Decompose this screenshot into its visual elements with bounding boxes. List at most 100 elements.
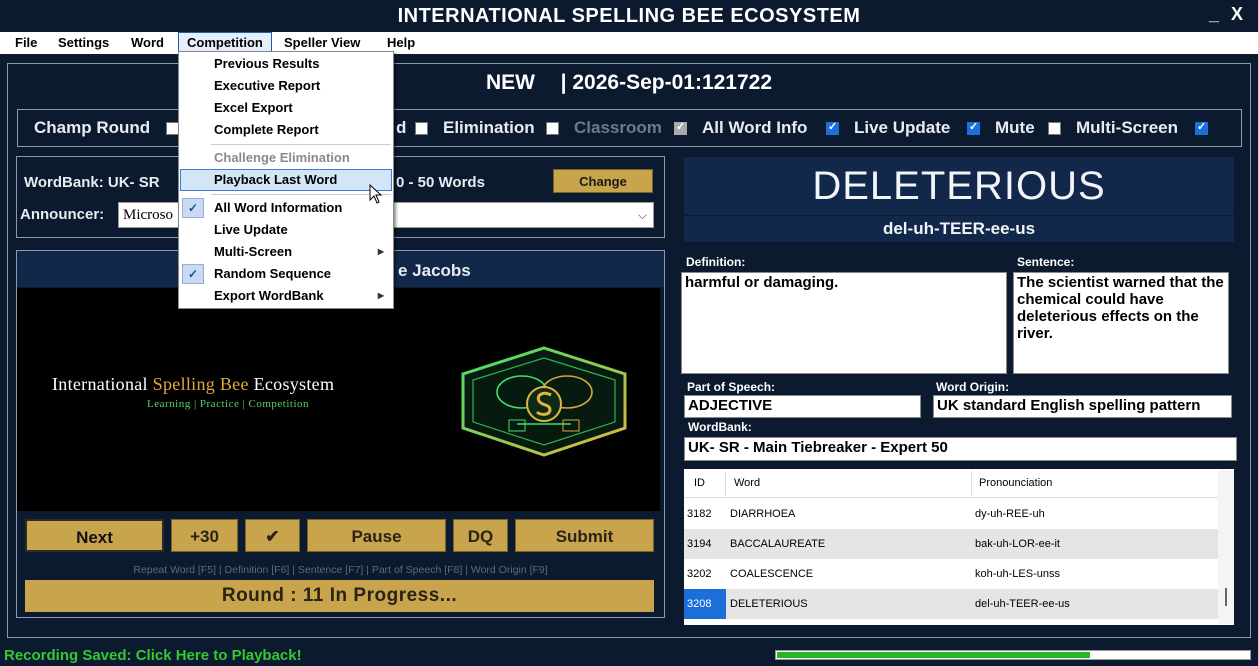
definition-field: harmful or damaging. (681, 272, 1007, 374)
table-row[interactable]: 3202 COALESCENCE koh-uh-LES-unss (684, 559, 1218, 589)
table-scrollbar[interactable] (1218, 470, 1234, 624)
menu-file[interactable]: File (7, 32, 45, 54)
chevron-down-icon: ⌵ (637, 208, 647, 222)
round-status: Round : 11 In Progress... (25, 580, 654, 612)
menu-item-excel-export[interactable]: Excel Export (180, 97, 392, 119)
column-header-pronunciation[interactable]: Pronounciation (979, 469, 1052, 498)
announcer-value: Microso (123, 207, 173, 223)
menu-item-previous-results[interactable]: Previous Results (180, 53, 392, 75)
option-classroom-label: Classroom (574, 118, 662, 137)
menu-item-label: Export WordBank (214, 288, 324, 303)
submit-button[interactable]: Submit (515, 519, 654, 552)
option-mute-label: Mute (995, 118, 1035, 137)
menu-separator (211, 194, 391, 195)
dq-button[interactable]: DQ (453, 519, 508, 552)
submenu-arrow-icon: ▶ (377, 291, 384, 300)
option-classroom-checkbox (674, 120, 687, 135)
row-id: 3208 (684, 589, 726, 619)
next-button[interactable]: Next (25, 519, 164, 552)
menu-item-all-word-information[interactable]: ✓ All Word Information (180, 197, 392, 219)
close-button[interactable]: X (1231, 4, 1243, 25)
definition-label: Definition: (686, 255, 746, 269)
wordbank-field: UK- SR - Main Tiebreaker - Expert 50 (684, 437, 1237, 461)
part-of-speech-field: ADJECTIVE (684, 395, 921, 418)
speller-name: e Jacobs (398, 261, 471, 280)
menu-word[interactable]: Word (123, 32, 172, 54)
option-multi-screen-checkbox[interactable] (1195, 120, 1208, 135)
menu-item-random-sequence[interactable]: ✓ Random Sequence (180, 263, 392, 285)
word-count-label: 0 - 50 Words (396, 174, 485, 191)
window-title: INTERNATIONAL SPELLING BEE ECOSYSTEM (397, 5, 861, 27)
option-mute-checkbox[interactable] (1048, 122, 1061, 135)
word-table[interactable]: ID Word Pronounciation 3182 DIARRHOEA dy… (684, 469, 1234, 625)
keyboard-shortcuts-hint: Repeat Word [F5] | Definition [F6] | Sen… (133, 564, 548, 576)
menu-item-label: Complete Report (214, 122, 319, 137)
row-pronunciation: bak-uh-LOR-ee-it (975, 538, 1060, 550)
pause-button[interactable]: Pause (307, 519, 446, 552)
row-word: DELETERIOUS (730, 598, 808, 610)
menu-item-label: Multi-Screen (214, 244, 293, 259)
word-origin-field: UK standard English spelling pattern (933, 395, 1232, 418)
banner-subtitle: Learning | Practice | Competition (147, 398, 310, 410)
row-id: 3194 (687, 538, 712, 550)
menu-item-label: Live Update (214, 222, 288, 237)
menu-item-challenge-elimination: Challenge Elimination (180, 147, 392, 169)
row-id: 3182 (687, 508, 712, 520)
sentence-label: Sentence: (1017, 255, 1075, 269)
menu-item-label: Executive Report (214, 78, 321, 93)
table-header: ID Word Pronounciation (684, 469, 1218, 498)
menu-item-label: Playback Last Word (214, 172, 338, 187)
wordbank-field-label: WordBank: (688, 420, 752, 434)
scrollbar-thumb[interactable] (1225, 588, 1227, 606)
option-live-update-checkbox[interactable] (967, 120, 980, 135)
row-word: BACCALAUREATE (730, 538, 826, 550)
title-bar: INTERNATIONAL SPELLING BEE ECOSYSTEM _ X (0, 0, 1258, 32)
option-all-word-info-label: All Word Info (702, 118, 808, 137)
menu-separator (211, 144, 391, 145)
progress-bar (775, 650, 1251, 660)
menu-item-complete-report[interactable]: Complete Report (180, 119, 392, 141)
competition-dropdown-menu: Previous Results Executive Report Excel … (178, 51, 394, 309)
option-live-update-label: Live Update (854, 118, 951, 137)
option-elimination-checkbox[interactable] (546, 122, 559, 135)
column-header-word[interactable]: Word (734, 469, 760, 498)
menu-item-playback-last-word[interactable]: Playback Last Word (180, 169, 392, 191)
column-header-id[interactable]: ID (694, 469, 705, 498)
part-of-speech-label: Part of Speech: (687, 380, 776, 394)
sentence-field: The scientist warned that the chemical c… (1013, 272, 1229, 374)
banner-title-part2: Ecosystem (248, 374, 335, 394)
menu-item-label: Previous Results (214, 56, 320, 71)
banner-title-part1: International (52, 374, 153, 394)
check-mark-icon: ✓ (182, 198, 204, 218)
option-elimination-label: Elimination (443, 118, 535, 137)
row-pronunciation: del-uh-TEER-ee-us (975, 598, 1070, 610)
change-wordbank-button[interactable]: Change (553, 169, 653, 193)
session-id: 2026-Sep-01:121722 (572, 71, 773, 94)
minimize-button[interactable]: _ (1209, 4, 1219, 25)
check-mark-icon[interactable]: ✔ (245, 519, 300, 552)
menu-item-multi-screen[interactable]: Multi-Screen ▶ (180, 241, 392, 263)
menu-item-export-wordbank[interactable]: Export WordBank ▶ (180, 285, 392, 307)
row-pronunciation: koh-uh-LES-unss (975, 568, 1060, 580)
menu-settings[interactable]: Settings (50, 32, 117, 54)
wordbank-label: WordBank: UK- SR (24, 174, 160, 191)
brand-banner: International Spelling Bee Ecosystem Lea… (17, 288, 660, 511)
submenu-arrow-icon: ▶ (377, 247, 384, 256)
row-word: DIARRHOEA (730, 508, 796, 520)
menu-item-executive-report[interactable]: Executive Report (180, 75, 392, 97)
menu-item-live-update[interactable]: Live Update (180, 219, 392, 241)
table-row-selected[interactable]: 3208 DELETERIOUS del-uh-TEER-ee-us (684, 589, 1218, 619)
option-partial-checkbox[interactable] (415, 122, 428, 135)
plus-30-button[interactable]: +30 (171, 519, 238, 552)
recording-playback-link[interactable]: Recording Saved: Click Here to Playback! (4, 647, 302, 664)
announcer-label: Announcer: (20, 206, 105, 223)
word-origin-label: Word Origin: (936, 380, 1010, 394)
row-pronunciation: dy-uh-REE-uh (975, 508, 1045, 520)
current-word-pronunciation: del-uh-TEER-ee-us (684, 216, 1234, 242)
option-multi-screen-label: Multi-Screen (1076, 118, 1179, 137)
check-mark-icon: ✓ (182, 264, 204, 284)
option-all-word-info-checkbox[interactable] (826, 120, 839, 135)
table-row[interactable]: 3182 DIARRHOEA dy-uh-REE-uh (684, 499, 1218, 529)
mouse-pointer-icon (369, 184, 383, 204)
table-row[interactable]: 3194 BACCALAUREATE bak-uh-LOR-ee-it (684, 529, 1218, 559)
